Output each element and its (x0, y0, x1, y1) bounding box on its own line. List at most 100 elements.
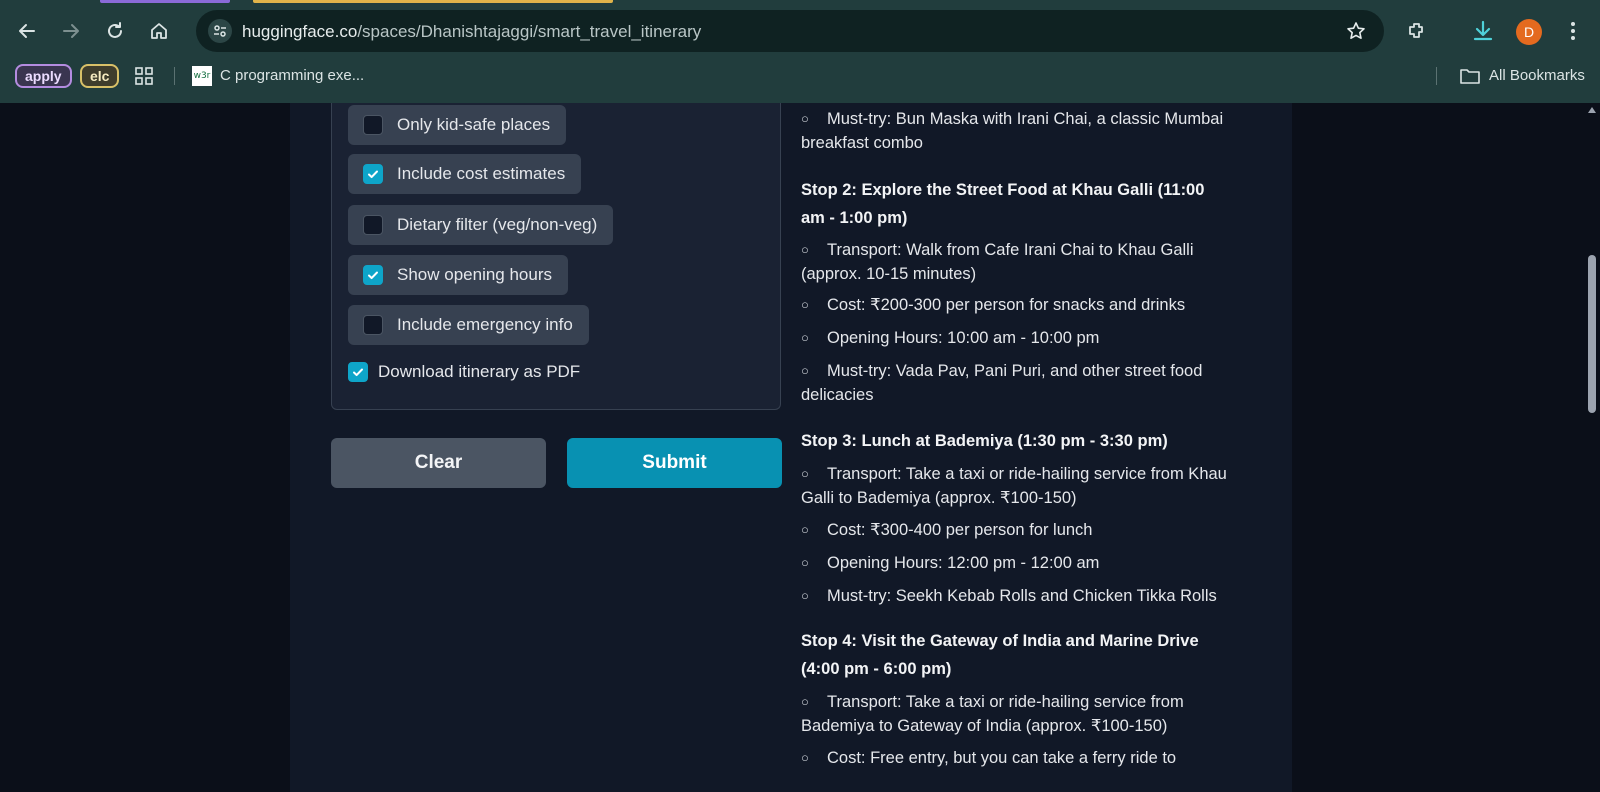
checkbox-cost-estimates[interactable] (363, 164, 383, 184)
forward-button[interactable] (56, 16, 86, 46)
option-label: Dietary filter (veg/non-veg) (397, 215, 598, 234)
arrow-left-icon (19, 24, 35, 38)
list-item-line: Bademiya to Gateway of India (approx. ₹1… (801, 717, 1168, 735)
reload-button[interactable] (100, 16, 130, 46)
check-icon (353, 368, 363, 377)
checkbox-kid-safe[interactable] (363, 115, 383, 135)
list-item: ○ Cost: Free entry, but you can take a fe… (801, 746, 1261, 770)
clear-button[interactable]: Clear (331, 438, 546, 488)
heading-line: Stop 3: Lunch at Bademiya (1:30 pm - 3:3… (801, 432, 1168, 450)
browser-chrome: huggingface.co/spaces/Dhanishtajaggi/sma… (0, 0, 1600, 103)
stop-heading: Stop 4: Visit the Gateway of India and M… (801, 627, 1261, 683)
list-item: ○ Opening Hours: 10:00 am - 10:00 pm (801, 326, 1261, 350)
heading-line: Stop 2: Explore the Street Food at Khau … (801, 181, 1205, 199)
heading-line: am - 1:00 pm) (801, 209, 908, 227)
list-item-line: Cost: ₹200-300 per person for snacks and… (827, 296, 1186, 314)
tab-group-accent (253, 0, 613, 3)
list-item-line: Transport: Take a taxi or ride-hailing s… (827, 465, 1227, 483)
tab-group-accent (100, 0, 230, 3)
checkbox-emergency-info[interactable] (363, 315, 383, 335)
bookmark-apply[interactable]: apply (15, 64, 72, 88)
menu-kebab-icon[interactable] (1558, 16, 1588, 46)
back-button[interactable] (12, 16, 42, 46)
bullet-circle-icon: ○ (801, 242, 809, 257)
apps-grid-icon[interactable] (134, 66, 154, 86)
heading-line: Stop 4: Visit the Gateway of India and M… (801, 632, 1199, 650)
list-item-line: Cost: Free entry, but you can take a fer… (827, 749, 1177, 767)
option-emergency-info[interactable]: Include emergency info (348, 305, 589, 345)
bullet-circle-icon: ○ (801, 111, 809, 126)
option-label: Download itinerary as PDF (378, 362, 581, 381)
extensions-icon[interactable] (1402, 16, 1432, 46)
address-bar[interactable]: huggingface.co/spaces/Dhanishtajaggi/sma… (196, 10, 1384, 52)
list-item-line: (approx. 10-15 minutes) (801, 265, 977, 283)
url-host: huggingface.co (242, 22, 358, 41)
url-path: /spaces/Dhanishtajaggi/smart_travel_itin… (357, 22, 702, 41)
bullet-circle-icon: ○ (801, 694, 809, 709)
bullet-circle-icon: ○ (801, 555, 809, 570)
check-icon (368, 170, 378, 179)
bookmarks-bar: apply elc w3r C programming exe... All B… (0, 62, 1600, 92)
option-dietary-filter[interactable]: Dietary filter (veg/non-veg) (348, 205, 614, 245)
option-label: Include emergency info (397, 315, 573, 334)
list-item: ○ Cost: ₹300-400 per person for lunch (801, 518, 1261, 542)
option-opening-hours[interactable]: Show opening hours (348, 255, 569, 295)
w3resource-favicon-icon: w3r (192, 66, 212, 86)
url-text: huggingface.co/spaces/Dhanishtajaggi/sma… (242, 22, 701, 42)
home-button[interactable] (144, 16, 174, 46)
list-item-line: Opening Hours: 12:00 pm - 12:00 am (827, 554, 1100, 572)
bullet-circle-icon: ○ (801, 588, 809, 603)
option-cost-estimates[interactable]: Include cost estimates (348, 154, 582, 194)
bullet-circle-icon: ○ (801, 522, 809, 537)
browser-toolbar: huggingface.co/spaces/Dhanishtajaggi/sma… (0, 8, 1600, 54)
bookmark-star-icon[interactable] (1344, 19, 1368, 43)
page-viewport: Only kid-safe places Include cost estima… (0, 103, 1600, 792)
options-panel: Only kid-safe places Include cost estima… (331, 103, 781, 410)
checkbox-dietary-filter[interactable] (363, 215, 383, 235)
bookmarks-divider (174, 67, 175, 85)
list-item: ○ Cost: ₹200-300 per person for snacks an… (801, 293, 1261, 317)
home-icon (151, 23, 167, 39)
list-item-line: Galli to Bademiya (approx. ₹100-150) (801, 489, 1077, 507)
reload-icon (108, 22, 122, 38)
checkbox-download-pdf[interactable] (348, 362, 368, 382)
list-item: ○ Transport: Take a taxi or ride-hailing … (801, 462, 1261, 510)
folder-icon[interactable] (1459, 66, 1481, 86)
list-item-line: Must-try: Vada Pav, Pani Puri, and other… (827, 362, 1203, 380)
option-kid-safe[interactable]: Only kid-safe places (348, 105, 567, 145)
list-item: ○ Transport: Walk from Cafe Irani Chai to… (801, 238, 1261, 286)
list-item-line: breakfast combo (801, 134, 923, 152)
bullet-circle-icon: ○ (801, 750, 809, 765)
profile-avatar[interactable]: D (1516, 19, 1542, 45)
option-download-pdf[interactable]: Download itinerary as PDF (348, 362, 580, 382)
option-label: Show opening hours (397, 265, 553, 284)
site-info-icon[interactable] (208, 19, 232, 43)
page-scrollbar[interactable] (1584, 103, 1600, 792)
bookmark-c-programming[interactable]: C programming exe... (220, 67, 364, 84)
list-item-line: Must-try: Bun Maska with Irani Chai, a c… (827, 110, 1224, 128)
submit-button[interactable]: Submit (567, 438, 782, 488)
bullet-circle-icon: ○ (801, 363, 809, 378)
list-item: ○ Must-try: Bun Maska with Irani Chai, a … (801, 107, 1261, 155)
all-bookmarks-link[interactable]: All Bookmarks (1489, 67, 1585, 84)
bookmarks-divider (1436, 67, 1437, 85)
check-icon (368, 271, 378, 280)
list-item-line: Transport: Take a taxi or ride-hailing s… (827, 693, 1184, 711)
list-item-line: Must-try: Seekh Kebab Rolls and Chicken … (827, 587, 1217, 605)
checkbox-opening-hours[interactable] (363, 265, 383, 285)
scrollbar-thumb[interactable] (1588, 255, 1596, 413)
list-item-line: delicacies (801, 386, 874, 404)
option-label: Only kid-safe places (397, 115, 551, 134)
bullet-circle-icon: ○ (801, 466, 809, 481)
bullet-circle-icon: ○ (801, 330, 809, 345)
stop-heading: Stop 3: Lunch at Bademiya (1:30 pm - 3:3… (801, 427, 1261, 455)
list-item: ○ Opening Hours: 12:00 pm - 12:00 am (801, 551, 1261, 575)
download-icon[interactable] (1468, 16, 1498, 46)
list-item: ○ Must-try: Vada Pav, Pani Puri, and othe… (801, 359, 1261, 407)
list-item-line: Transport: Walk from Cafe Irani Chai to … (827, 241, 1194, 259)
heading-line: (4:00 pm - 6:00 pm) (801, 660, 952, 678)
option-label: Include cost estimates (397, 164, 566, 183)
bookmark-elc[interactable]: elc (80, 64, 120, 88)
stop-heading: Stop 2: Explore the Street Food at Khau … (801, 176, 1261, 232)
scroll-up-arrow-icon[interactable] (1588, 107, 1596, 113)
